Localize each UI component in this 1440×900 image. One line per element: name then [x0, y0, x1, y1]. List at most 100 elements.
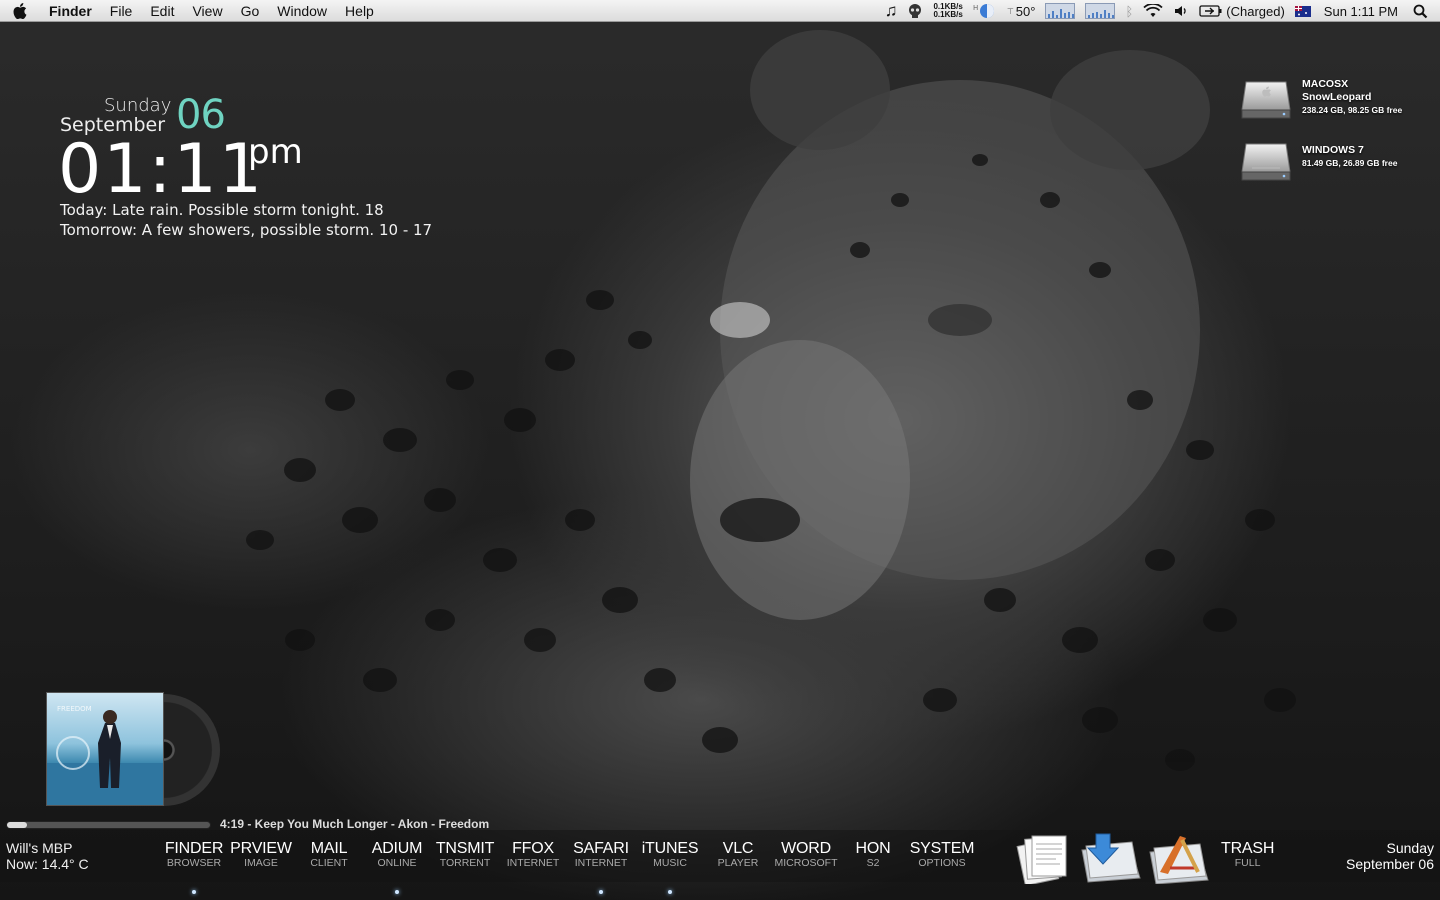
bluetooth-icon[interactable]: ᛒ	[1120, 0, 1138, 22]
dock-item-label: MAIL	[310, 840, 348, 857]
dock-item-system[interactable]: SYSTEM OPTIONS	[906, 840, 978, 870]
playback-progress-bar[interactable]	[6, 821, 211, 829]
menu-edit[interactable]: Edit	[141, 0, 183, 22]
drive-windows7-label: WINDOWS 7 81.49 GB, 26.89 GB free	[1302, 144, 1397, 170]
dock-item-mail[interactable]: MAIL CLIENT	[302, 840, 356, 870]
dock-item-sub: CLIENT	[310, 857, 348, 869]
dock-item-hon[interactable]: HON S2	[852, 840, 894, 870]
dock-item-firefox[interactable]: FFOX INTERNET	[503, 840, 563, 870]
applications-stack-icon[interactable]	[1146, 828, 1212, 885]
menu-view[interactable]: View	[183, 0, 231, 22]
clock-day: Sunday	[104, 95, 172, 116]
battery-status[interactable]: (Charged)	[1194, 0, 1290, 22]
trash-sub: FULL	[1234, 857, 1261, 869]
drive-size: 81.49 GB, 26.89 GB free	[1302, 158, 1398, 168]
running-indicator-finder	[192, 890, 196, 894]
dock-item-sub: IMAGE	[244, 857, 278, 869]
dock-item-label: WORD	[781, 840, 831, 857]
menu-bar: Finder File Edit View Go Window Help ♫ 0…	[0, 0, 1440, 22]
dock-item-label: HON	[855, 840, 891, 857]
weather-widget: Today: Late rain. Possible storm tonight…	[60, 200, 432, 240]
dock-item-label: VLC	[722, 840, 754, 857]
dock-item-trash[interactable]: TRASH FULL	[1221, 841, 1274, 870]
running-indicator-itunes	[668, 890, 672, 894]
dock-item-sub: ONLINE	[377, 857, 417, 869]
dock-item-sub: S2	[866, 857, 880, 869]
disk-activity-icon[interactable]: H	[968, 0, 1002, 22]
host-name: Will's MBP	[6, 840, 73, 856]
dock-item-itunes[interactable]: iTUNES MUSIC	[639, 840, 701, 870]
drive-macosx[interactable]: MACOSX SnowLeopard 238.24 GB, 98.25 GB f…	[1240, 74, 1402, 120]
dock-date-day: Sunday	[1386, 840, 1434, 856]
skull-icon[interactable]	[902, 0, 928, 22]
now-playing-track: 4:19 - Keep You Much Longer - Akon - Fre…	[220, 817, 490, 831]
battery-icon	[1199, 5, 1222, 17]
drive-name: MACOSX	[1302, 78, 1349, 90]
dock-item-word[interactable]: WORD MICROSOFT	[770, 840, 842, 870]
system-status: Will's MBP Now: 14.4° C	[6, 840, 89, 872]
weather-today: Today: Late rain. Possible storm tonight…	[60, 201, 384, 219]
dock-item-sub: MICROSOFT	[774, 857, 838, 869]
downloads-stack-icon[interactable]	[1078, 828, 1144, 884]
dock-date: Sunday September 06	[1346, 840, 1434, 872]
dock-item-label: iTUNES	[641, 840, 699, 857]
hard-drive-icon	[1240, 140, 1292, 186]
flag-australia-icon[interactable]	[1290, 0, 1316, 22]
menu-go[interactable]: Go	[232, 0, 269, 22]
album-cover: FREEDOM	[46, 692, 164, 806]
dock-item-safari[interactable]: SAFARI INTERNET	[570, 840, 632, 870]
dock-item-label: PRVIEW	[230, 840, 292, 857]
cpu-graph-icon[interactable]	[1040, 0, 1080, 22]
battery-label: (Charged)	[1226, 3, 1285, 19]
drive-subname: SnowLeopard	[1302, 91, 1372, 103]
menu-window[interactable]: Window	[268, 0, 336, 22]
dock-item-sub: PLAYER	[717, 857, 759, 869]
dock-item-label: SYSTEM	[909, 840, 975, 857]
running-indicator-safari	[599, 890, 603, 894]
menu-finder[interactable]: Finder	[40, 0, 101, 22]
drive-macosx-label: MACOSX SnowLeopard 238.24 GB, 98.25 GB f…	[1302, 78, 1402, 117]
current-temperature: Now: 14.4° C	[6, 856, 89, 872]
dock-item-adium[interactable]: ADIUM ONLINE	[367, 840, 427, 870]
clock-time: 01:11	[58, 130, 264, 209]
dock-item-sub: INTERNET	[574, 857, 628, 869]
dock-item-label: SAFARI	[573, 840, 629, 857]
dock-item-sub: INTERNET	[506, 857, 560, 869]
net-down-value: 0.1KB/s	[933, 10, 963, 19]
music-note-icon[interactable]: ♫	[880, 0, 903, 22]
svg-text:H: H	[973, 4, 978, 12]
dock-item-sub: TORRENT	[439, 857, 491, 869]
drive-name: WINDOWS 7	[1302, 144, 1364, 156]
dock-item-sub: BROWSER	[166, 857, 222, 869]
drive-size: 238.24 GB, 98.25 GB free	[1302, 105, 1403, 115]
dock-item-transmit[interactable]: TNSMIT TORRENT	[434, 841, 496, 870]
svg-text:FREEDOM: FREEDOM	[57, 705, 92, 713]
dock-item-finder[interactable]: FINDER BROWSER	[163, 841, 225, 870]
dock-item-label: FFOX	[512, 840, 554, 857]
documents-stack-icon[interactable]	[1010, 828, 1076, 887]
menubar-clock[interactable]: Sun 1:11 PM	[1316, 0, 1408, 22]
dock-item-sub: MUSIC	[653, 857, 687, 869]
hard-drive-apple-icon	[1240, 74, 1292, 120]
dock-item-vlc[interactable]: VLC PLAYER	[712, 840, 764, 870]
dock-item-label: ADIUM	[371, 840, 423, 857]
menu-file[interactable]: File	[101, 0, 142, 22]
dock-item-sub: OPTIONS	[918, 857, 966, 869]
network-speed[interactable]: 0.1KB/s 0.1KB/s	[928, 0, 967, 22]
drive-windows7[interactable]: WINDOWS 7 81.49 GB, 26.89 GB free	[1240, 140, 1397, 186]
dock-item-preview[interactable]: PRVIEW IMAGE	[230, 840, 292, 870]
apple-menu-icon[interactable]	[0, 0, 40, 22]
weather-tomorrow: Tomorrow: A few showers, possible storm.…	[60, 221, 433, 239]
wifi-icon[interactable]	[1138, 0, 1168, 22]
volume-icon[interactable]	[1168, 0, 1194, 22]
clock-ampm: pm	[248, 132, 303, 172]
menu-help[interactable]: Help	[336, 0, 383, 22]
network-graph-icon[interactable]	[1080, 0, 1120, 22]
now-playing-album-art[interactable]: FREEDOM	[46, 692, 220, 806]
temperature-readout[interactable]: ⊤ 50°	[1002, 0, 1041, 22]
spotlight-search-icon[interactable]	[1408, 0, 1440, 22]
running-indicator-adium	[395, 890, 399, 894]
temperature-value: 50°	[1015, 3, 1036, 19]
playback-progress-fill	[7, 822, 28, 828]
thermometer-icon: ⊤	[1006, 6, 1014, 16]
